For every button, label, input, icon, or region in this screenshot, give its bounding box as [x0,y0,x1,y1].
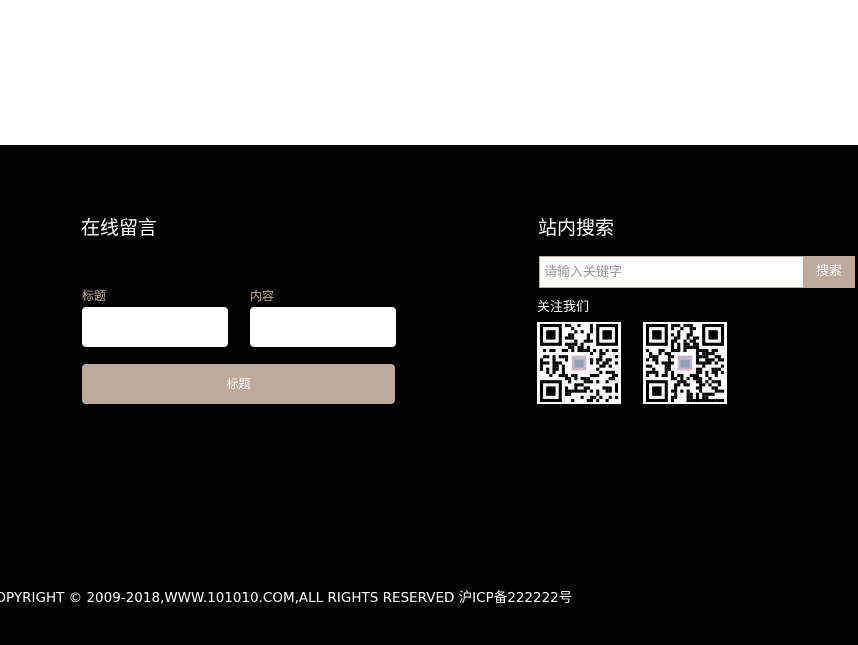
qr-code-icon [643,322,727,404]
content-label: 内容 [250,289,275,303]
search-heading: 站内搜索 [538,217,615,239]
follow-us-label: 关注我们 [537,300,590,315]
copyright-text: COPYRIGHT © 2009-2018,WWW.101010.COM,ALL… [0,590,573,606]
footer-section: 在线留言 标题 内容 标题 站内搜索 搜索 关注我们 COPYRIGHT © 2… [0,145,858,645]
search-input[interactable] [539,256,804,288]
submit-button[interactable]: 标题 [82,364,395,404]
title-input[interactable] [82,307,228,347]
title-label: 标题 [82,289,107,303]
qr-code-icon [537,322,621,404]
top-blank-area [0,0,858,145]
message-heading: 在线留言 [81,217,158,239]
content-input[interactable] [250,307,396,347]
search-button[interactable]: 搜索 [803,256,855,288]
